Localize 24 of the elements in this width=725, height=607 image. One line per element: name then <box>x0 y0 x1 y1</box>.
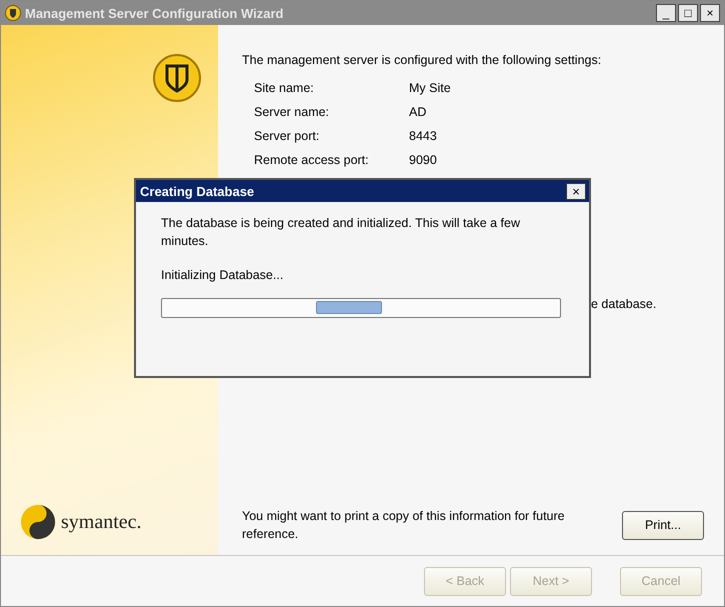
setting-label: Remote access port: <box>254 153 370 167</box>
setting-label: Server name: <box>254 105 330 119</box>
dialog-title: Creating Database <box>140 184 254 198</box>
setting-label: Server port: <box>254 129 320 143</box>
window-control-button[interactable]: × <box>700 4 720 22</box>
dialog-message: The database is being created and initialized. This will take a few minutes. <box>161 215 522 250</box>
window-control-button[interactable]: _ <box>656 4 676 22</box>
shield-icon <box>5 5 21 21</box>
window-title: Management Server Configuration Wizard <box>25 6 284 20</box>
logo-icon <box>19 503 57 541</box>
close-button[interactable]: × <box>566 182 586 200</box>
setting-value: 8443 <box>409 129 437 143</box>
setting-value: 9090 <box>409 153 437 167</box>
info-text: e database. <box>591 297 656 311</box>
setting-label: Site name: <box>254 81 315 95</box>
setting-value: AD <box>409 105 426 119</box>
shield-icon <box>152 53 202 103</box>
intro-text: The management server is configured with the following settings: <box>242 53 602 67</box>
print-button[interactable]: Print... <box>622 510 704 540</box>
print-note: You might want to print a copy of this information for future reference. <box>242 508 566 543</box>
setting-value: My Site <box>409 81 451 95</box>
brand-name: symantec. <box>61 510 142 534</box>
status-text: Initializing Database... <box>161 268 284 282</box>
window-control-button[interactable]: □ <box>678 4 698 22</box>
